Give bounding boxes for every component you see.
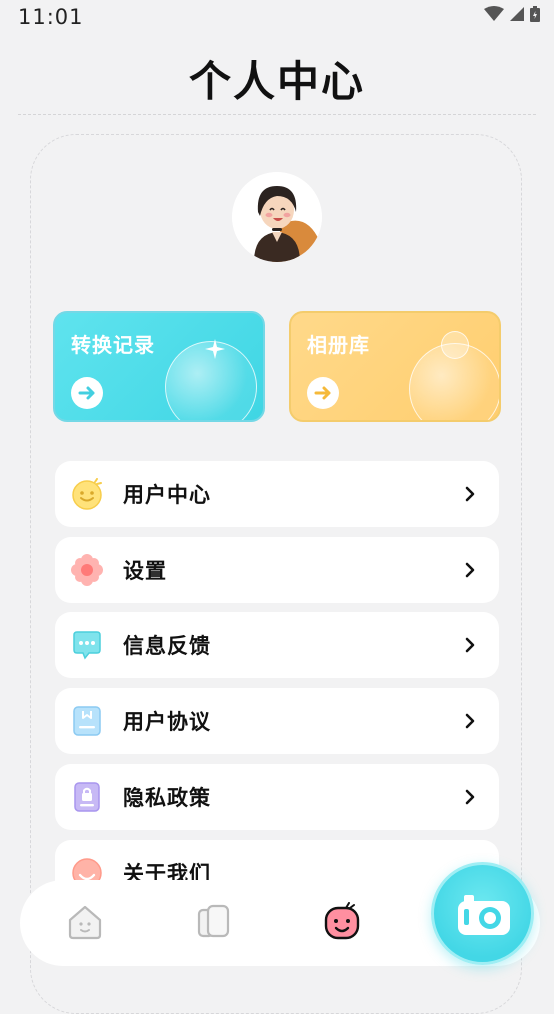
menu-label: 隐私政策 (123, 786, 211, 810)
album-arrow-button[interactable] (307, 377, 339, 409)
wifi-icon (484, 6, 504, 21)
battery-icon (530, 6, 540, 22)
sparkle-icon (205, 339, 225, 359)
small-bubble-decoration (441, 331, 469, 359)
flower-gear-icon (71, 554, 103, 586)
house-icon[interactable] (65, 902, 105, 942)
conversion-history-card[interactable]: 转换记录 (53, 311, 265, 422)
chevron-right-icon (465, 562, 475, 578)
menu-item-feedback[interactable]: 信息反馈 (55, 612, 499, 678)
menu-label: 用户协议 (123, 710, 211, 734)
menu-label: 用户中心 (123, 483, 211, 507)
album-library-card[interactable]: 相册库 (289, 311, 501, 422)
cards-icon[interactable] (193, 902, 233, 942)
menu-item-settings[interactable]: 设置 (55, 537, 499, 603)
chevron-right-icon (465, 486, 475, 502)
chevron-right-icon (465, 713, 475, 729)
signal-icon (510, 7, 524, 21)
arrow-right-icon (78, 386, 95, 400)
avatar[interactable] (232, 172, 322, 262)
menu-item-user-center[interactable]: 用户中心 (55, 461, 499, 527)
document-icon (73, 706, 101, 736)
lock-document-icon (74, 782, 100, 812)
menu-item-privacy-policy[interactable]: 隐私政策 (55, 764, 499, 830)
face-icon[interactable] (322, 902, 362, 942)
conversion-arrow-button[interactable] (71, 377, 103, 409)
status-bar: 11:01 (0, 0, 554, 34)
title-divider (18, 114, 536, 115)
menu-label: 设置 (123, 559, 167, 583)
album-library-label: 相册库 (307, 333, 370, 357)
menu-item-user-agreement[interactable]: 用户协议 (55, 688, 499, 754)
conversion-history-label: 转换记录 (71, 333, 155, 357)
camera-fab-button[interactable] (431, 862, 534, 965)
status-time: 11:01 (18, 5, 84, 29)
status-icons (484, 6, 540, 22)
arrow-right-icon (314, 386, 331, 400)
menu-label: 信息反馈 (123, 634, 211, 658)
avatar-illustration (232, 172, 322, 262)
page-title: 个人中心 (188, 57, 365, 106)
chevron-right-icon (465, 789, 475, 805)
camera-icon (458, 895, 510, 935)
smiley-icon (72, 478, 102, 510)
chevron-right-icon (465, 637, 475, 653)
chat-bubble-icon (73, 631, 101, 660)
